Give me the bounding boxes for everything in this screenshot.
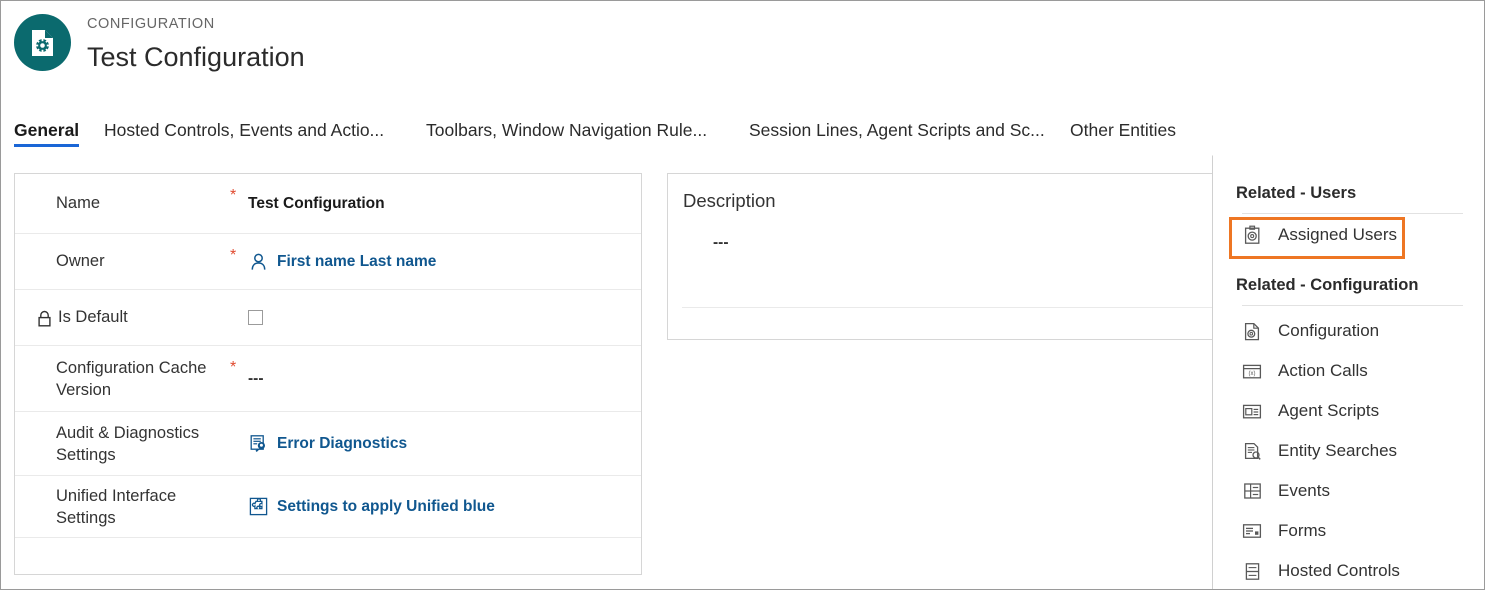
error-diagnostics-link[interactable]: Error Diagnostics [277, 435, 407, 453]
clipboard-gear-icon [1242, 225, 1262, 245]
tab-hosted-controls-events-actions[interactable]: Hosted Controls, Events and Actio... [104, 105, 384, 155]
entity-type-label: CONFIGURATION [87, 14, 305, 34]
events-icon [1242, 481, 1262, 501]
form-row-owner: Owner * First name Last name [15, 234, 641, 290]
agent-script-icon [1242, 401, 1262, 421]
description-title: Description [683, 190, 776, 212]
svg-text:(x): (x) [1249, 371, 1256, 377]
menu-item-label: Hosted Controls [1278, 561, 1400, 581]
required-indicator: * [230, 248, 248, 264]
related-flyout-menu: Related - Users Assigned Users Related -… [1212, 155, 1484, 590]
field-label-text: Owner [56, 251, 105, 272]
field-label-text: Configuration Cache Version [56, 357, 230, 401]
field-label-owner: Owner [56, 251, 230, 272]
field-value-is-default [248, 310, 641, 325]
field-label-text: Unified Interface Settings [56, 485, 230, 529]
field-label-text: Name [56, 193, 100, 214]
required-indicator: * [230, 188, 248, 204]
field-label-configuration-cache-version: Configuration Cache Version [56, 357, 230, 401]
form-row-is-default: Is Default [15, 290, 641, 346]
menu-item-entity-searches[interactable]: Entity Searches [1213, 431, 1484, 471]
field-label-audit-diagnostics-settings: Audit & Diagnostics Settings [56, 422, 230, 466]
menu-item-label: Events [1278, 481, 1330, 501]
menu-item-action-calls[interactable]: (x) Action Calls [1213, 351, 1484, 391]
document-search-icon [1242, 441, 1262, 461]
field-value-owner: First name Last name [248, 252, 641, 272]
field-label-text: Is Default [58, 307, 128, 328]
field-label-name: Name [56, 193, 230, 214]
field-value-name: Test Configuration [248, 195, 641, 213]
menu-item-assigned-users[interactable]: Assigned Users [1213, 214, 1484, 256]
form-row-unified-interface-settings: Unified Interface Settings Settings to a… [15, 476, 641, 538]
form-row-name: Name * Test Configuration [15, 174, 641, 234]
owner-link[interactable]: First name Last name [277, 253, 436, 271]
field-label-text: Audit & Diagnostics Settings [56, 422, 230, 466]
form-row-configuration-cache-version: Configuration Cache Version * --- [15, 346, 641, 412]
header-text-block: CONFIGURATION Test Configuration [87, 14, 305, 76]
document-gear-icon [14, 14, 71, 71]
lock-icon [37, 310, 52, 326]
description-card: Description --- [667, 173, 1247, 340]
page-title: Test Configuration [87, 38, 305, 76]
menu-item-hosted-controls[interactable]: Hosted Controls [1213, 551, 1484, 590]
action-call-icon: (x) [1242, 361, 1262, 381]
menu-group-title-configuration: Related - Configuration [1213, 274, 1484, 296]
field-label-is-default: Is Default [37, 307, 230, 328]
form-row-audit-diagnostics-settings: Audit & Diagnostics Settings [15, 412, 641, 476]
menu-item-label: Entity Searches [1278, 441, 1397, 461]
menu-item-label: Assigned Users [1278, 225, 1397, 245]
required-indicator: * [230, 360, 248, 376]
menu-item-label: Forms [1278, 521, 1326, 541]
menu-item-label: Configuration [1278, 321, 1379, 341]
tab-bar: General Hosted Controls, Events and Acti… [1, 105, 1484, 155]
menu-item-events[interactable]: Events [1213, 471, 1484, 511]
field-value-configuration-cache-version: --- [248, 370, 641, 388]
tab-toolbars-window-navigation-rules[interactable]: Toolbars, Window Navigation Rule... [426, 105, 707, 155]
is-default-checkbox[interactable] [248, 310, 263, 325]
menu-group-title-users: Related - Users [1213, 182, 1484, 204]
forms-icon [1242, 521, 1262, 541]
field-value-text: --- [248, 370, 264, 388]
field-label-unified-interface-settings: Unified Interface Settings [56, 485, 230, 529]
general-form-card: Name * Test Configuration Owner * First … [14, 173, 642, 575]
hosted-controls-icon [1242, 561, 1262, 581]
document-search-icon [248, 434, 268, 454]
description-value: --- [713, 234, 729, 252]
person-icon [248, 252, 268, 272]
menu-item-forms[interactable]: Forms [1213, 511, 1484, 551]
field-value-audit-diagnostics-settings: Error Diagnostics [248, 434, 641, 454]
menu-item-label: Agent Scripts [1278, 401, 1379, 421]
field-value-unified-interface-settings: Settings to apply Unified blue [248, 497, 641, 517]
menu-item-label: Action Calls [1278, 361, 1368, 381]
field-value-text: Test Configuration [248, 195, 385, 213]
tab-session-lines-agent-scripts[interactable]: Session Lines, Agent Scripts and Sc... [749, 105, 1045, 155]
app-window: CONFIGURATION Test Configuration General… [0, 0, 1485, 590]
unified-interface-settings-link[interactable]: Settings to apply Unified blue [277, 498, 495, 516]
tab-other-entities[interactable]: Other Entities [1070, 105, 1176, 155]
menu-item-agent-scripts[interactable]: Agent Scripts [1213, 391, 1484, 431]
menu-item-configuration[interactable]: Configuration [1213, 311, 1484, 351]
tab-general[interactable]: General [14, 105, 79, 155]
record-header: CONFIGURATION Test Configuration [1, 1, 1484, 101]
divider [682, 307, 1234, 308]
puzzle-piece-icon [248, 497, 268, 517]
document-gear-icon [1242, 321, 1262, 341]
